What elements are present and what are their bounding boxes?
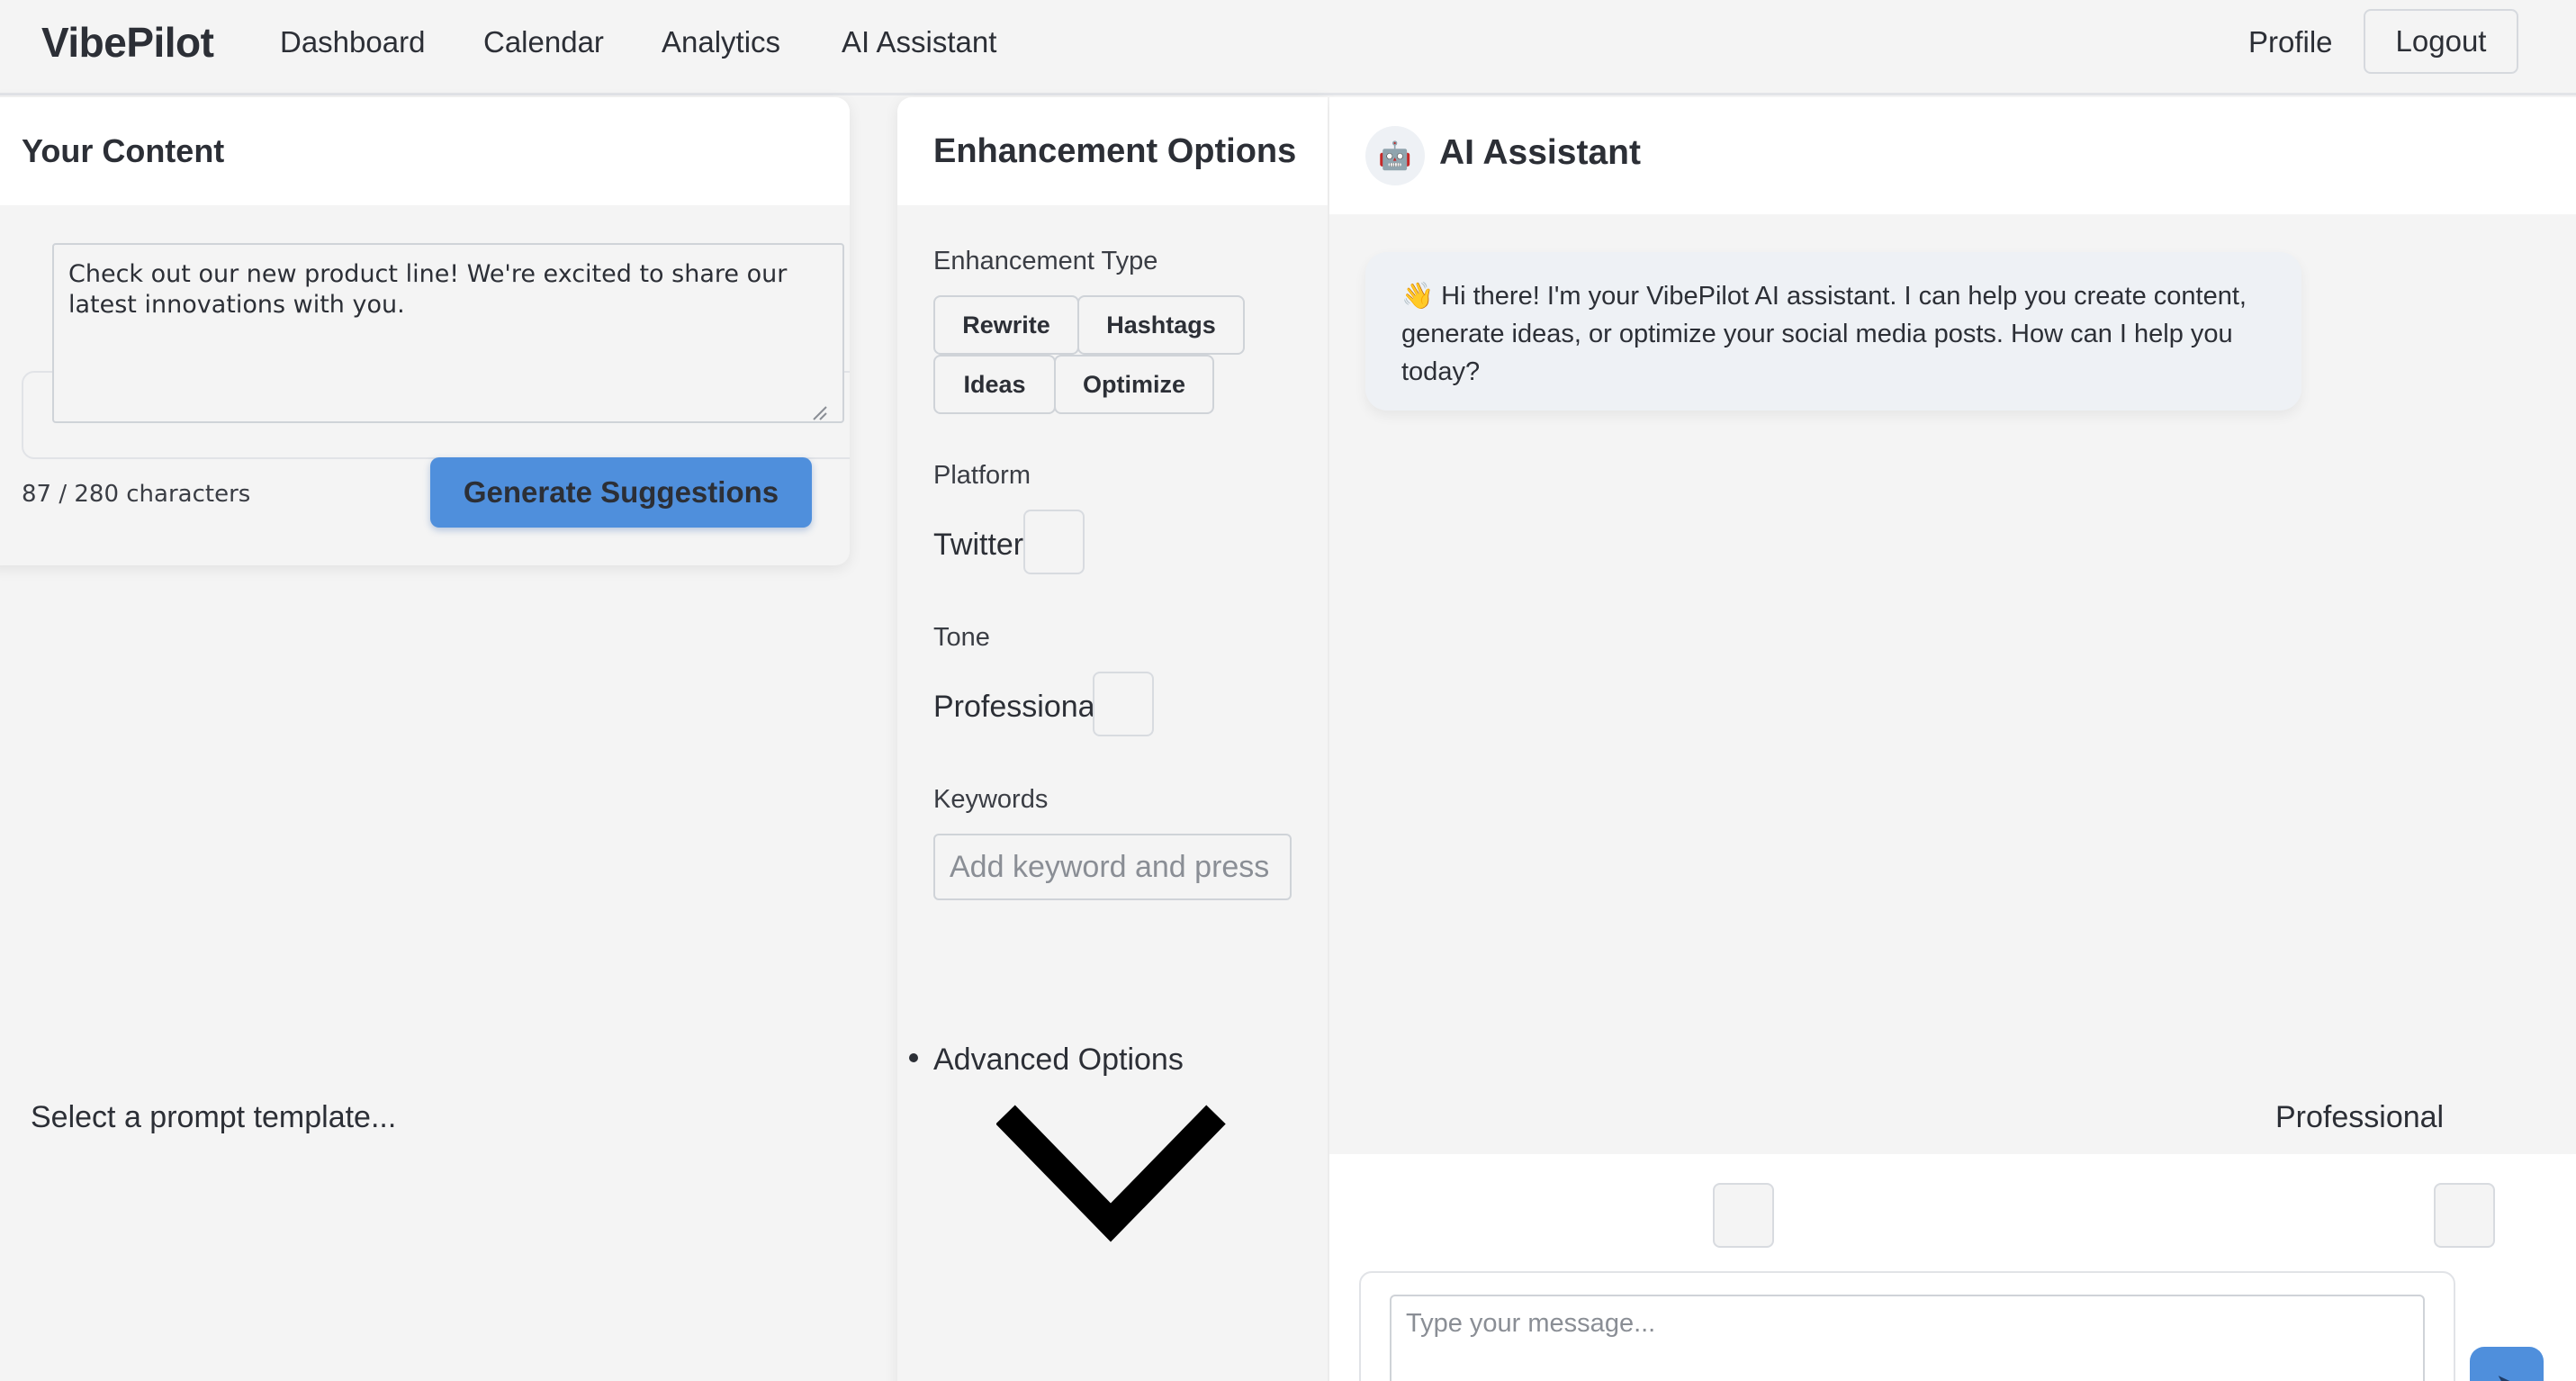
tone-select-value[interactable]: Professional [933,690,1102,725]
type-rewrite-button[interactable]: Rewrite [933,295,1079,355]
platform-select[interactable] [1023,510,1085,574]
content-textarea[interactable]: Check out our new product line! We're ex… [52,243,844,423]
type-optimize-button[interactable]: Optimize [1054,355,1214,414]
enhancement-panel-header: Enhancement Options [897,97,1328,205]
character-count: 87 / 280 characters [22,481,251,508]
nav-ai-assistant[interactable]: AI Assistant [842,25,996,59]
brand-logo[interactable]: VibePilot [41,18,214,67]
nav-calendar[interactable]: Calendar [483,25,604,59]
chevron-down-icon[interactable] [996,1097,1230,1250]
enhancement-panel-title: Enhancement Options [933,131,1297,170]
keywords-input[interactable] [933,834,1292,900]
content-card-header: Your Content [0,97,850,205]
advanced-options-bullet [909,1053,918,1062]
content-card-title: Your Content [22,132,225,169]
robot-icon: 🤖 [1365,126,1425,185]
message-input[interactable] [1390,1295,2425,1381]
ai-assistant-header: 🤖 AI Assistant [1329,97,2576,214]
ai-assistant-panel: 🤖 AI Assistant 👋 Hi there! I'm your Vibe… [1329,97,2576,1381]
send-button[interactable]: ➤ [2470,1347,2544,1381]
top-navbar: VibePilot Dashboard Calendar Analytics A… [0,0,2576,95]
resize-grip-icon[interactable] [808,402,828,421]
generate-suggestions-button[interactable]: Generate Suggestions [430,457,812,528]
prompt-template-select-value[interactable]: Select a prompt template... [31,1100,396,1135]
platform-select-value[interactable]: Twitter [933,528,1023,563]
tone-label: Tone [933,623,990,652]
type-ideas-button[interactable]: Ideas [933,355,1056,414]
chat-tone-select-value[interactable]: Professional [2275,1100,2444,1135]
nav-analytics[interactable]: Analytics [662,25,780,59]
enhancement-options-panel: Enhancement Options Enhancement Type Rew… [897,97,1328,1381]
enhancement-type-label: Enhancement Type [933,247,1158,275]
type-hashtags-button[interactable]: Hashtags [1077,295,1245,355]
chat-tone-select[interactable] [2434,1183,2495,1248]
platform-label: Platform [933,461,1031,490]
logout-button[interactable]: Logout [2364,9,2518,74]
nav-profile[interactable]: Profile [2248,25,2333,59]
keywords-label: Keywords [933,785,1049,814]
assistant-message-bubble: 👋 Hi there! I'm your VibePilot AI assist… [1365,252,2301,411]
ai-assistant-title: AI Assistant [1439,133,1641,172]
content-card: Your Content Check out our new product l… [0,97,850,565]
send-icon: ➤ [2495,1369,2517,1381]
nav-dashboard[interactable]: Dashboard [280,25,425,59]
tone-select[interactable] [1093,672,1154,736]
prompt-template-select[interactable] [1713,1183,1774,1248]
advanced-options-toggle[interactable]: Advanced Options [933,1043,1184,1078]
